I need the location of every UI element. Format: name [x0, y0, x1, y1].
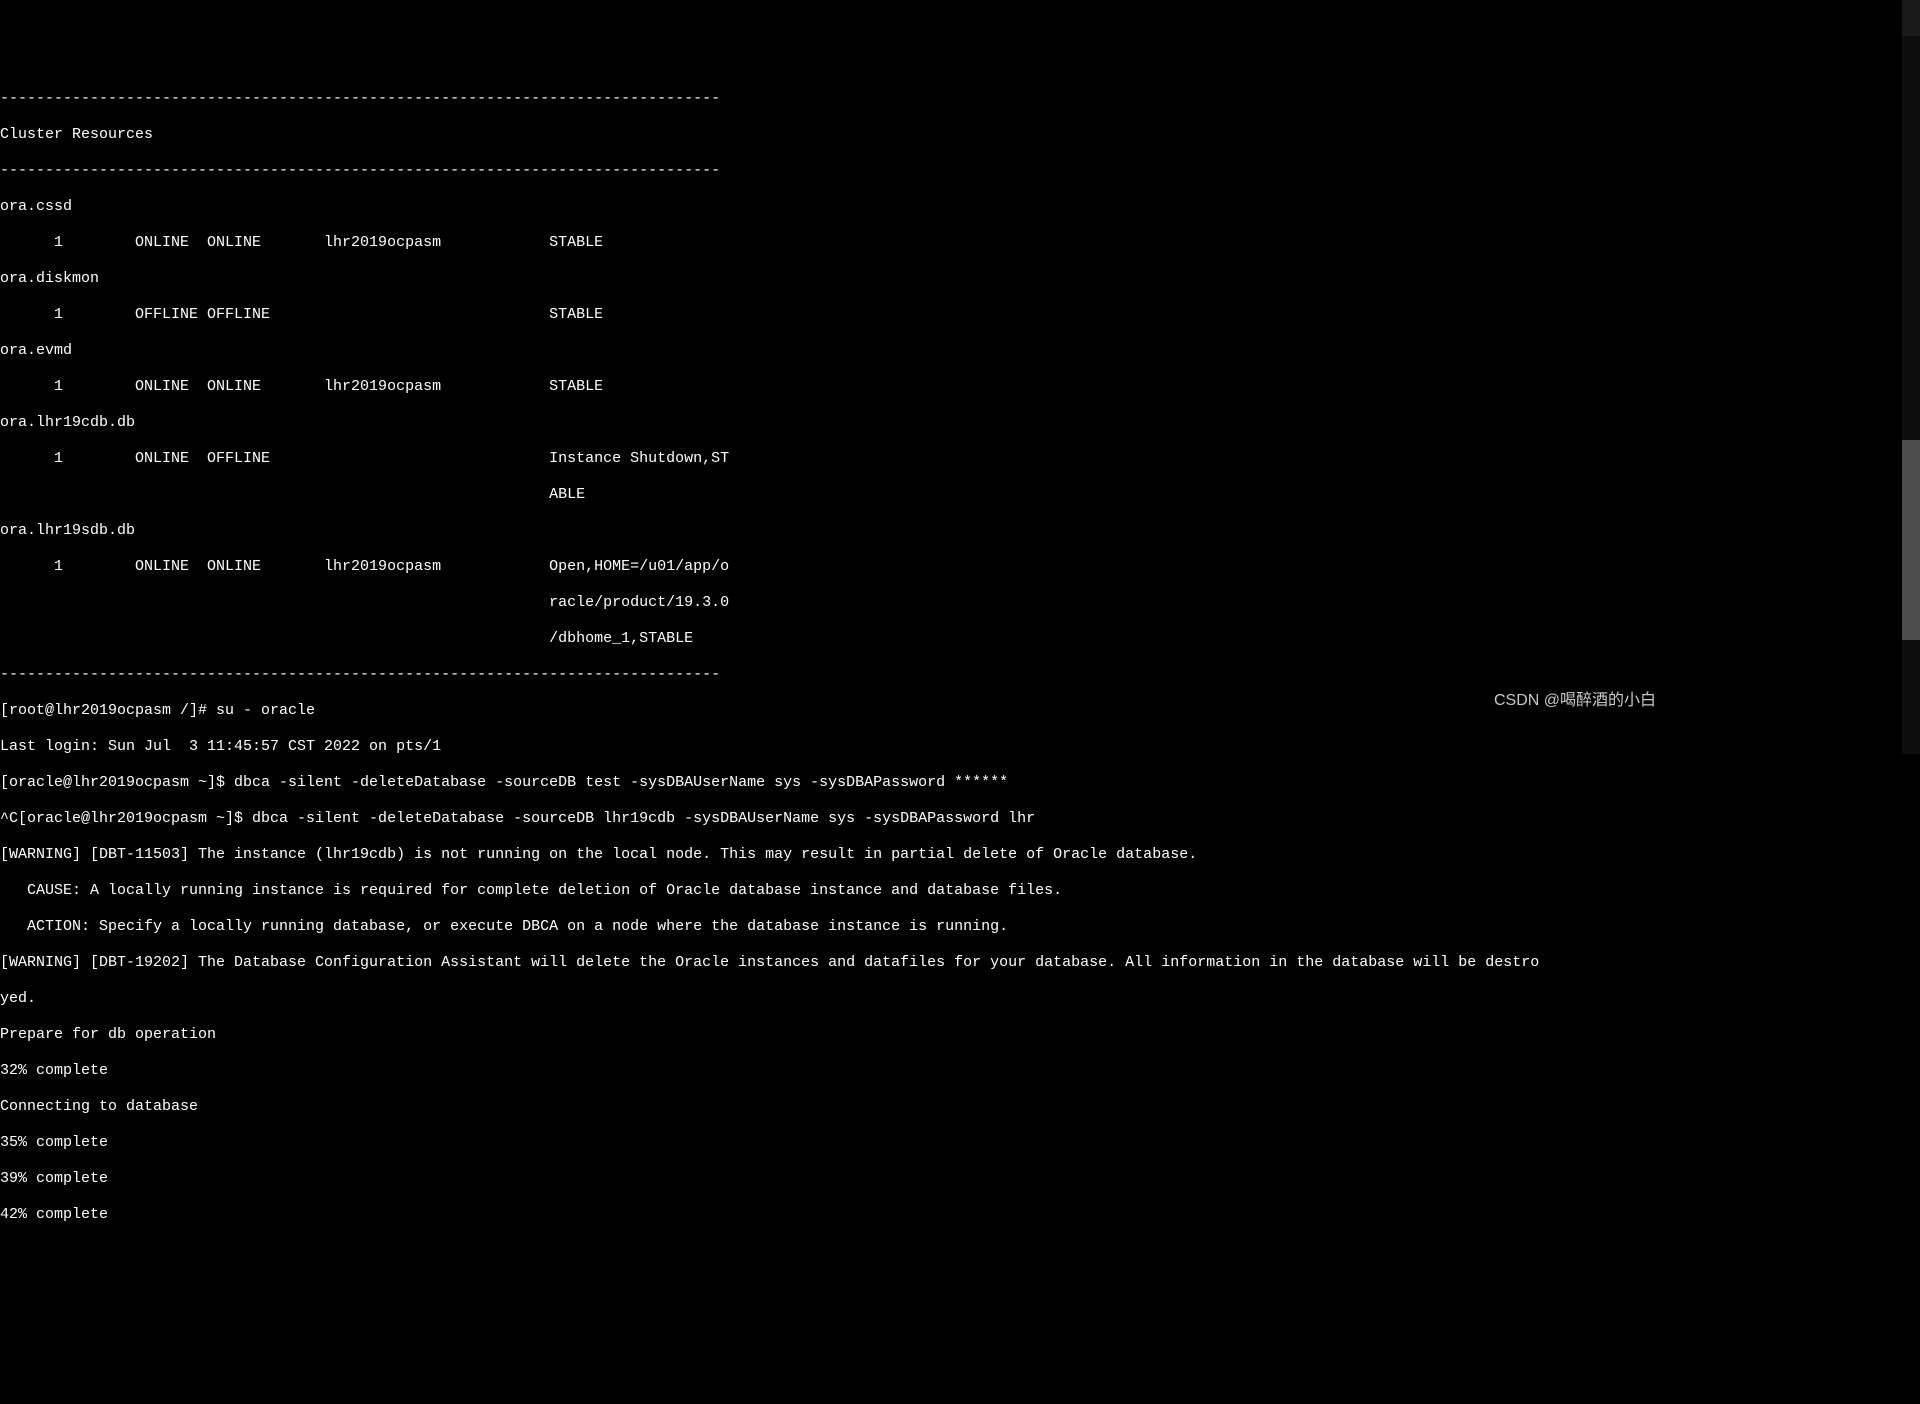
terminal-line: ACTION: Specify a locally running databa…: [0, 918, 1920, 936]
terminal-line: 35% complete: [0, 1134, 1920, 1152]
terminal-output: ----------------------------------------…: [0, 72, 1920, 1242]
terminal-line: [WARNING] [DBT-19202] The Database Confi…: [0, 954, 1920, 972]
terminal-line: Prepare for db operation: [0, 1026, 1920, 1044]
terminal-line: ora.lhr19sdb.db: [0, 522, 1920, 540]
vertical-scrollbar[interactable]: [1902, 0, 1920, 718]
scrollbar-thumb[interactable]: [1902, 440, 1920, 640]
terminal-line: Connecting to database: [0, 1098, 1920, 1116]
terminal-line: yed.: [0, 990, 1920, 1008]
terminal-line: ^C[oracle@lhr2019ocpasm ~]$ dbca -silent…: [0, 810, 1920, 828]
watermark-text: CSDN @喝醉酒的小白: [1494, 692, 1656, 710]
terminal-line: ----------------------------------------…: [0, 162, 1920, 180]
terminal-line: 1 ONLINE ONLINE lhr2019ocpasm STABLE: [0, 234, 1920, 252]
terminal-line: racle/product/19.3.0: [0, 594, 1920, 612]
terminal-line: 42% complete: [0, 1206, 1920, 1224]
scrollbar-track[interactable]: [1902, 36, 1920, 754]
terminal-line: ora.diskmon: [0, 270, 1920, 288]
terminal-line: Cluster Resources: [0, 126, 1920, 144]
terminal-line: [oracle@lhr2019ocpasm ~]$ dbca -silent -…: [0, 774, 1920, 792]
terminal-line: ----------------------------------------…: [0, 666, 1920, 684]
terminal-line: /dbhome_1,STABLE: [0, 630, 1920, 648]
terminal-line: 1 ONLINE ONLINE lhr2019ocpasm Open,HOME=…: [0, 558, 1920, 576]
terminal-line: ora.cssd: [0, 198, 1920, 216]
terminal-line: ABLE: [0, 486, 1920, 504]
terminal-line: 1 ONLINE ONLINE lhr2019ocpasm STABLE: [0, 378, 1920, 396]
terminal-line: 32% complete: [0, 1062, 1920, 1080]
terminal-line: CAUSE: A locally running instance is req…: [0, 882, 1920, 900]
terminal-line: 39% complete: [0, 1170, 1920, 1188]
terminal-line: ----------------------------------------…: [0, 90, 1920, 108]
terminal-line: 1 OFFLINE OFFLINE STABLE: [0, 306, 1920, 324]
terminal-line: [WARNING] [DBT-11503] The instance (lhr1…: [0, 846, 1920, 864]
terminal-line: ora.lhr19cdb.db: [0, 414, 1920, 432]
terminal-line: 1 ONLINE OFFLINE Instance Shutdown,ST: [0, 450, 1920, 468]
terminal-line: ora.evmd: [0, 342, 1920, 360]
terminal-line: Last login: Sun Jul 3 11:45:57 CST 2022 …: [0, 738, 1920, 756]
